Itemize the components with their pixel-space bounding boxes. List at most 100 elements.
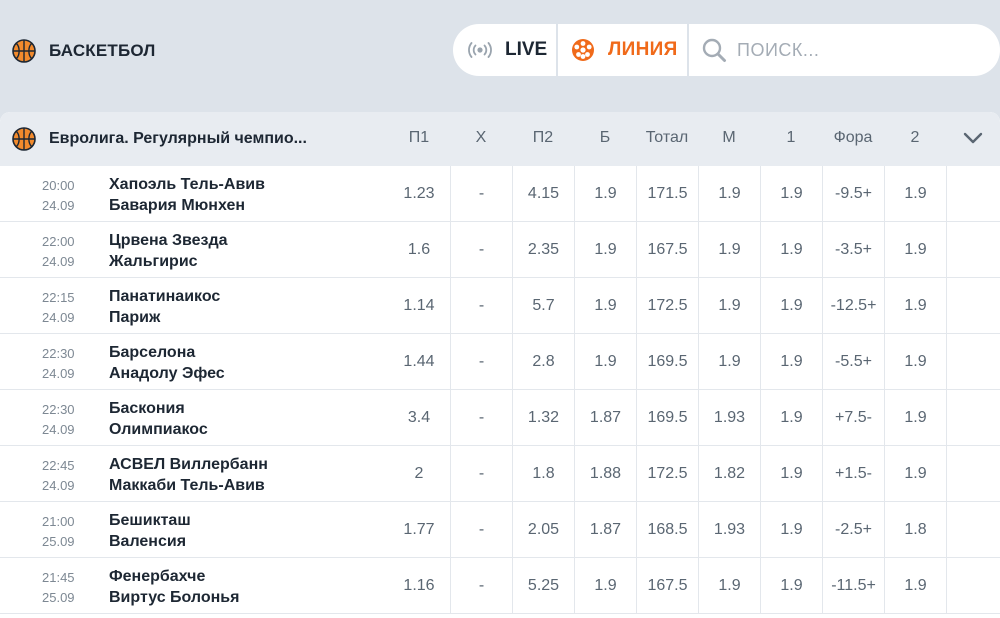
match-teams[interactable]: Црвена Звезда Жальгирис xyxy=(109,230,228,272)
home-team: Бешикташ xyxy=(109,512,191,529)
odds-cell-under[interactable]: 1.9 xyxy=(698,334,760,390)
match-teams[interactable]: Бешикташ Валенсия xyxy=(109,510,191,552)
match-teams[interactable]: Барселона Анадолу Эфес xyxy=(109,342,225,384)
away-team: Анадолу Эфес xyxy=(109,365,225,382)
match-row[interactable]: 21:45 25.09 Фенербахче Виртус Болонья 1.16-5… xyxy=(0,558,1000,614)
odds-cell-p2[interactable]: 5.7 xyxy=(512,278,574,334)
odds-cell-over[interactable]: 1.87 xyxy=(574,502,636,558)
odds-cell-total[interactable]: 169.5 xyxy=(636,334,698,390)
odds-cell-under[interactable]: 1.82 xyxy=(698,446,760,502)
match-datetime: 21:45 25.09 xyxy=(42,568,82,608)
odds-cell-handicap-1[interactable]: 1.9 xyxy=(760,166,822,222)
match-row[interactable]: 22:30 24.09 Барселона Анадолу Эфес 1.44-2.8 1… xyxy=(0,334,1000,390)
odds-cell-under[interactable]: 1.93 xyxy=(698,502,760,558)
search-input[interactable]: ПОИСК... xyxy=(689,24,1000,76)
odds-cell-total[interactable]: 172.5 xyxy=(636,278,698,334)
match-row[interactable]: 22:45 24.09 АСВЕЛ Виллербанн Маккаби Тель-А… xyxy=(0,446,1000,502)
odds-cell-total[interactable]: 167.5 xyxy=(636,558,698,614)
odds-cell-p1[interactable]: 1.23 xyxy=(388,166,450,222)
match-row[interactable]: 22:30 24.09 Баскония Олимпиакос 3.4-1.32 1.87… xyxy=(0,390,1000,446)
odds-cell-over[interactable]: 1.9 xyxy=(574,278,636,334)
odds-cell-under[interactable]: 1.9 xyxy=(698,222,760,278)
match-row[interactable]: 22:00 24.09 Црвена Звезда Жальгирис 1.6-2.35… xyxy=(0,222,1000,278)
odds-cell-handicap-2[interactable]: 1.9 xyxy=(884,390,946,446)
match-teams[interactable]: Баскония Олимпиакос xyxy=(109,398,208,440)
odds-cell-p2[interactable]: 4.15 xyxy=(512,166,574,222)
search-placeholder: ПОИСК... xyxy=(737,39,820,60)
odds-cell-handicap-1[interactable]: 1.9 xyxy=(760,502,822,558)
odds-cell-under[interactable]: 1.9 xyxy=(698,558,760,614)
odds-cell-handicap[interactable]: -9.5+ xyxy=(822,166,884,222)
odds-cell-over[interactable]: 1.9 xyxy=(574,166,636,222)
match-time: 22:30 xyxy=(42,402,75,417)
odds-cell-over[interactable]: 1.88 xyxy=(574,446,636,502)
odds-cell-handicap-2[interactable]: 1.9 xyxy=(884,166,946,222)
odds-cell-handicap-1[interactable]: 1.9 xyxy=(760,446,822,502)
odds-cell-over[interactable]: 1.87 xyxy=(574,390,636,446)
odds-cell-handicap-1[interactable]: 1.9 xyxy=(760,558,822,614)
odds-cell-total[interactable]: 172.5 xyxy=(636,446,698,502)
match-teams[interactable]: Хапоэль Тель-Авив Бавария Мюнхен xyxy=(109,174,265,216)
match-teams[interactable]: АСВЕЛ Виллербанн Маккаби Тель-Авив xyxy=(109,454,268,496)
match-teams[interactable]: Панатинаикос Париж xyxy=(109,286,220,328)
line-tab[interactable]: ЛИНИЯ xyxy=(558,24,687,76)
odds-cell-p2[interactable]: 2.05 xyxy=(512,502,574,558)
odds-cell-handicap[interactable]: +7.5- xyxy=(822,390,884,446)
odds-cell-handicap-2[interactable]: 1.9 xyxy=(884,222,946,278)
chevron-down-icon[interactable] xyxy=(962,130,984,146)
match-date: 24.09 xyxy=(42,422,75,437)
odds-cell-p1[interactable]: 3.4 xyxy=(388,390,450,446)
match-list: 20:00 24.09 Хапоэль Тель-Авив Бавария Мюнхе… xyxy=(0,166,1000,614)
odds-cell-total[interactable]: 168.5 xyxy=(636,502,698,558)
odds-cell-total[interactable]: 169.5 xyxy=(636,390,698,446)
odds-cell-p1[interactable]: 1.6 xyxy=(388,222,450,278)
league-header[interactable]: Евролига. Регулярный чемпио... П1 Х П2 Б… xyxy=(0,112,1000,166)
odds-cell-handicap-2[interactable]: 1.8 xyxy=(884,502,946,558)
odds-cell-handicap-1[interactable]: 1.9 xyxy=(760,390,822,446)
match-row[interactable]: 20:00 24.09 Хапоэль Тель-Авив Бавария Мюнхе… xyxy=(0,166,1000,222)
odds-cell-handicap-1[interactable]: 1.9 xyxy=(760,334,822,390)
odds-cell-under[interactable]: 1.9 xyxy=(698,278,760,334)
odds-cell-p2[interactable]: 1.32 xyxy=(512,390,574,446)
match-teams[interactable]: Фенербахче Виртус Болонья xyxy=(109,566,239,608)
odds-cell-under[interactable]: 1.9 xyxy=(698,166,760,222)
odds-cell-p2[interactable]: 2.35 xyxy=(512,222,574,278)
odds-cell-handicap[interactable]: -2.5+ xyxy=(822,502,884,558)
live-tab[interactable]: LIVE xyxy=(453,24,556,76)
odds-cell-handicap[interactable]: -12.5+ xyxy=(822,278,884,334)
match-row[interactable]: 21:00 25.09 Бешикташ Валенсия 1.77-2.05 1.87 1… xyxy=(0,502,1000,558)
odds-cell-handicap[interactable]: -3.5+ xyxy=(822,222,884,278)
match-datetime: 22:15 24.09 xyxy=(42,288,82,328)
match-time: 22:00 xyxy=(42,234,75,249)
odds-cell-handicap[interactable]: -5.5+ xyxy=(822,334,884,390)
odds-cell-total[interactable]: 171.5 xyxy=(636,166,698,222)
odds-cell-handicap-1[interactable]: 1.9 xyxy=(760,278,822,334)
odds-cell-p2[interactable]: 2.8 xyxy=(512,334,574,390)
odds-cell-p1[interactable]: 1.44 xyxy=(388,334,450,390)
row-end-divider xyxy=(946,278,1000,334)
odds-cell-handicap-2[interactable]: 1.9 xyxy=(884,446,946,502)
odds-cell-p2[interactable]: 5.25 xyxy=(512,558,574,614)
odds-cell-handicap-2[interactable]: 1.9 xyxy=(884,278,946,334)
line-icon xyxy=(572,39,594,61)
match-row[interactable]: 22:15 24.09 Панатинаикос Париж 1.14-5.7 1.9 17… xyxy=(0,278,1000,334)
odds-cell-handicap[interactable]: +1.5- xyxy=(822,446,884,502)
odds-cell-total[interactable]: 167.5 xyxy=(636,222,698,278)
mode-bar: LIVE ЛИНИЯ ПОИСК... xyxy=(453,24,1000,76)
odds-cell-handicap-2[interactable]: 1.9 xyxy=(884,334,946,390)
odds-cell-x: - xyxy=(450,334,512,390)
odds-cell-over[interactable]: 1.9 xyxy=(574,558,636,614)
odds-cell-handicap[interactable]: -11.5+ xyxy=(822,558,884,614)
odds-cell-over[interactable]: 1.9 xyxy=(574,334,636,390)
odds-cell-handicap-2[interactable]: 1.9 xyxy=(884,558,946,614)
odds-cell-p1[interactable]: 1.14 xyxy=(388,278,450,334)
match-time: 22:15 xyxy=(42,290,75,305)
odds-cell-under[interactable]: 1.93 xyxy=(698,390,760,446)
odds-cell-p1[interactable]: 1.16 xyxy=(388,558,450,614)
odds-cell-p1[interactable]: 1.77 xyxy=(388,502,450,558)
odds-cell-p2[interactable]: 1.8 xyxy=(512,446,574,502)
odds-cell-handicap-1[interactable]: 1.9 xyxy=(760,222,822,278)
sport-title[interactable]: БАСКЕТБОЛ xyxy=(12,38,156,64)
odds-cell-over[interactable]: 1.9 xyxy=(574,222,636,278)
odds-cell-p1[interactable]: 2 xyxy=(388,446,450,502)
